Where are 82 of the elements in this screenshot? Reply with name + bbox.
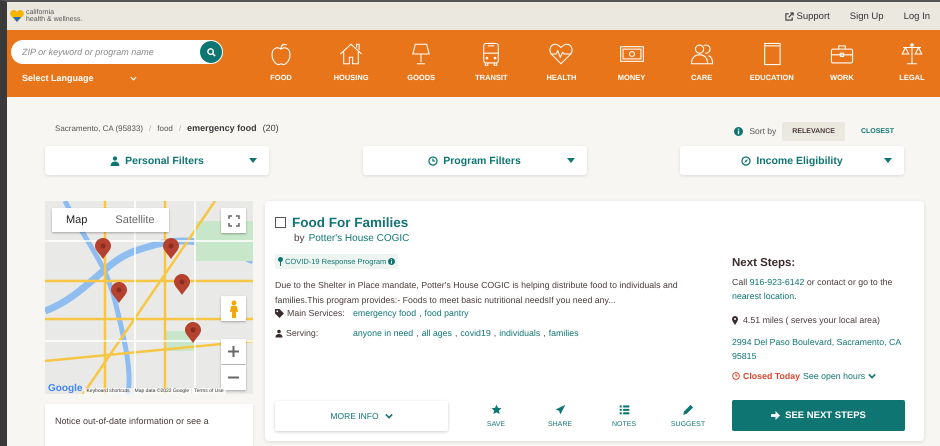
breadcrumb-current: emergency food xyxy=(187,123,257,133)
search-button[interactable] xyxy=(200,41,222,63)
search-icon xyxy=(206,48,216,56)
distance-text: 4.51 miles ( serves your local area) xyxy=(743,314,880,327)
more-info-button[interactable]: MORE INFO xyxy=(275,401,448,431)
filter-dropdown[interactable]: Program Filters xyxy=(362,146,586,175)
audience-link[interactable]: families xyxy=(548,328,579,338)
audience-link[interactable]: anyone in need xyxy=(353,328,414,338)
list-separator: , xyxy=(543,328,546,338)
breadcrumb-link[interactable]: Sacramento, CA (95833) xyxy=(55,124,144,132)
clock-icon xyxy=(428,156,438,166)
provider-link[interactable]: Potter's House COGIC xyxy=(308,233,410,244)
main-services-label: Main Services: xyxy=(287,308,345,318)
list-separator: , xyxy=(419,308,422,318)
map-type-tab[interactable]: Satellite xyxy=(101,208,169,232)
compass-icon xyxy=(741,156,752,166)
next-steps-heading: Next Steps: xyxy=(732,257,796,269)
breadcrumb-separator: / xyxy=(178,124,182,132)
program-title[interactable]: Food For Families xyxy=(292,215,408,230)
contact-text: Call 916-923-6142 or contact or go to the nearest location. xyxy=(732,276,894,303)
service-link[interactable]: food pantry xyxy=(424,308,469,318)
audience-link[interactable]: individuals xyxy=(499,328,540,338)
audience-link[interactable]: covid19 xyxy=(460,328,491,338)
program-description: Due to the Shelter in Place mandate, Potter's House COGIC is helping distribute food to individuals and families.This program provides:- Foods to meet basic nutritional needsIf you need any... xyxy=(275,279,679,307)
serving-label: Serving: xyxy=(286,328,318,338)
location-link[interactable]: nearest location xyxy=(732,291,794,301)
chevron-down-icon xyxy=(868,373,876,379)
breadcrumb-separator: / xyxy=(149,124,152,132)
select-checkbox[interactable] xyxy=(275,217,286,228)
status-text: Closed Today xyxy=(743,371,800,381)
zoom-out-button[interactable] xyxy=(221,365,246,390)
chevron-down-icon xyxy=(130,76,137,80)
fullscreen-icon xyxy=(228,214,240,226)
caret-icon xyxy=(249,158,257,163)
audience-link[interactable]: all ages xyxy=(422,328,452,338)
sort-label: Sort by xyxy=(749,126,776,136)
clock-icon xyxy=(732,372,740,380)
person-icon xyxy=(275,328,283,338)
caret-icon xyxy=(566,158,574,163)
external-link-icon xyxy=(785,12,794,20)
heart-icon xyxy=(548,41,574,67)
pegman-icon xyxy=(228,300,238,318)
header-link[interactable]: Log In xyxy=(904,10,930,22)
search-field[interactable]: ZIP or keyword or program name xyxy=(11,40,223,64)
by-label: by xyxy=(294,233,305,244)
tag-icon xyxy=(275,308,284,318)
fullscreen-button[interactable] xyxy=(221,208,246,233)
scales-icon xyxy=(898,41,925,67)
map-type-tab[interactable]: Map xyxy=(52,208,102,232)
see-next-steps-button[interactable]: SEE NEXT STEPS xyxy=(732,400,905,431)
address-link[interactable]: 2994 Del Paso Boulevard, Sacramento, CA 95815 xyxy=(732,335,905,363)
chevron-down-icon xyxy=(384,413,393,419)
service-link[interactable]: emergency food xyxy=(353,308,416,318)
breadcrumb-link[interactable]: food xyxy=(157,124,173,132)
paper-plane-icon xyxy=(554,404,566,415)
pin-icon xyxy=(278,257,283,266)
list-separator: , xyxy=(494,328,496,338)
header-link[interactable]: Sign Up xyxy=(850,10,884,22)
heart-logo-icon xyxy=(10,10,24,22)
map-logo: Google xyxy=(48,383,82,394)
zoom-in-button[interactable] xyxy=(221,339,246,364)
notice-text: Notice out-of-date information or see a xyxy=(45,404,253,446)
star-icon xyxy=(490,404,502,415)
list-separator: , xyxy=(454,328,458,338)
person-icon xyxy=(110,156,120,166)
caret-icon xyxy=(884,158,892,163)
filter-dropdown[interactable]: Income Eligibility xyxy=(680,146,904,175)
filter-dropdown[interactable]: Personal Filters xyxy=(45,146,269,175)
list-separator: , xyxy=(416,328,419,338)
list-icon xyxy=(618,404,630,415)
result-count: (20) xyxy=(262,123,279,133)
house-icon xyxy=(338,41,364,67)
arrow-right-icon xyxy=(771,411,780,420)
open-hours-link[interactable]: See open hours xyxy=(803,371,876,381)
header-link[interactable]: Support xyxy=(785,10,830,22)
language-select[interactable]: Select Language xyxy=(22,73,137,83)
info-icon xyxy=(388,258,396,265)
pencil-icon xyxy=(682,404,694,415)
phone-link[interactable]: 916-923-6142 xyxy=(750,277,804,287)
plus-icon xyxy=(228,346,239,357)
map-marker-icon xyxy=(732,316,738,324)
info-icon xyxy=(734,126,744,136)
